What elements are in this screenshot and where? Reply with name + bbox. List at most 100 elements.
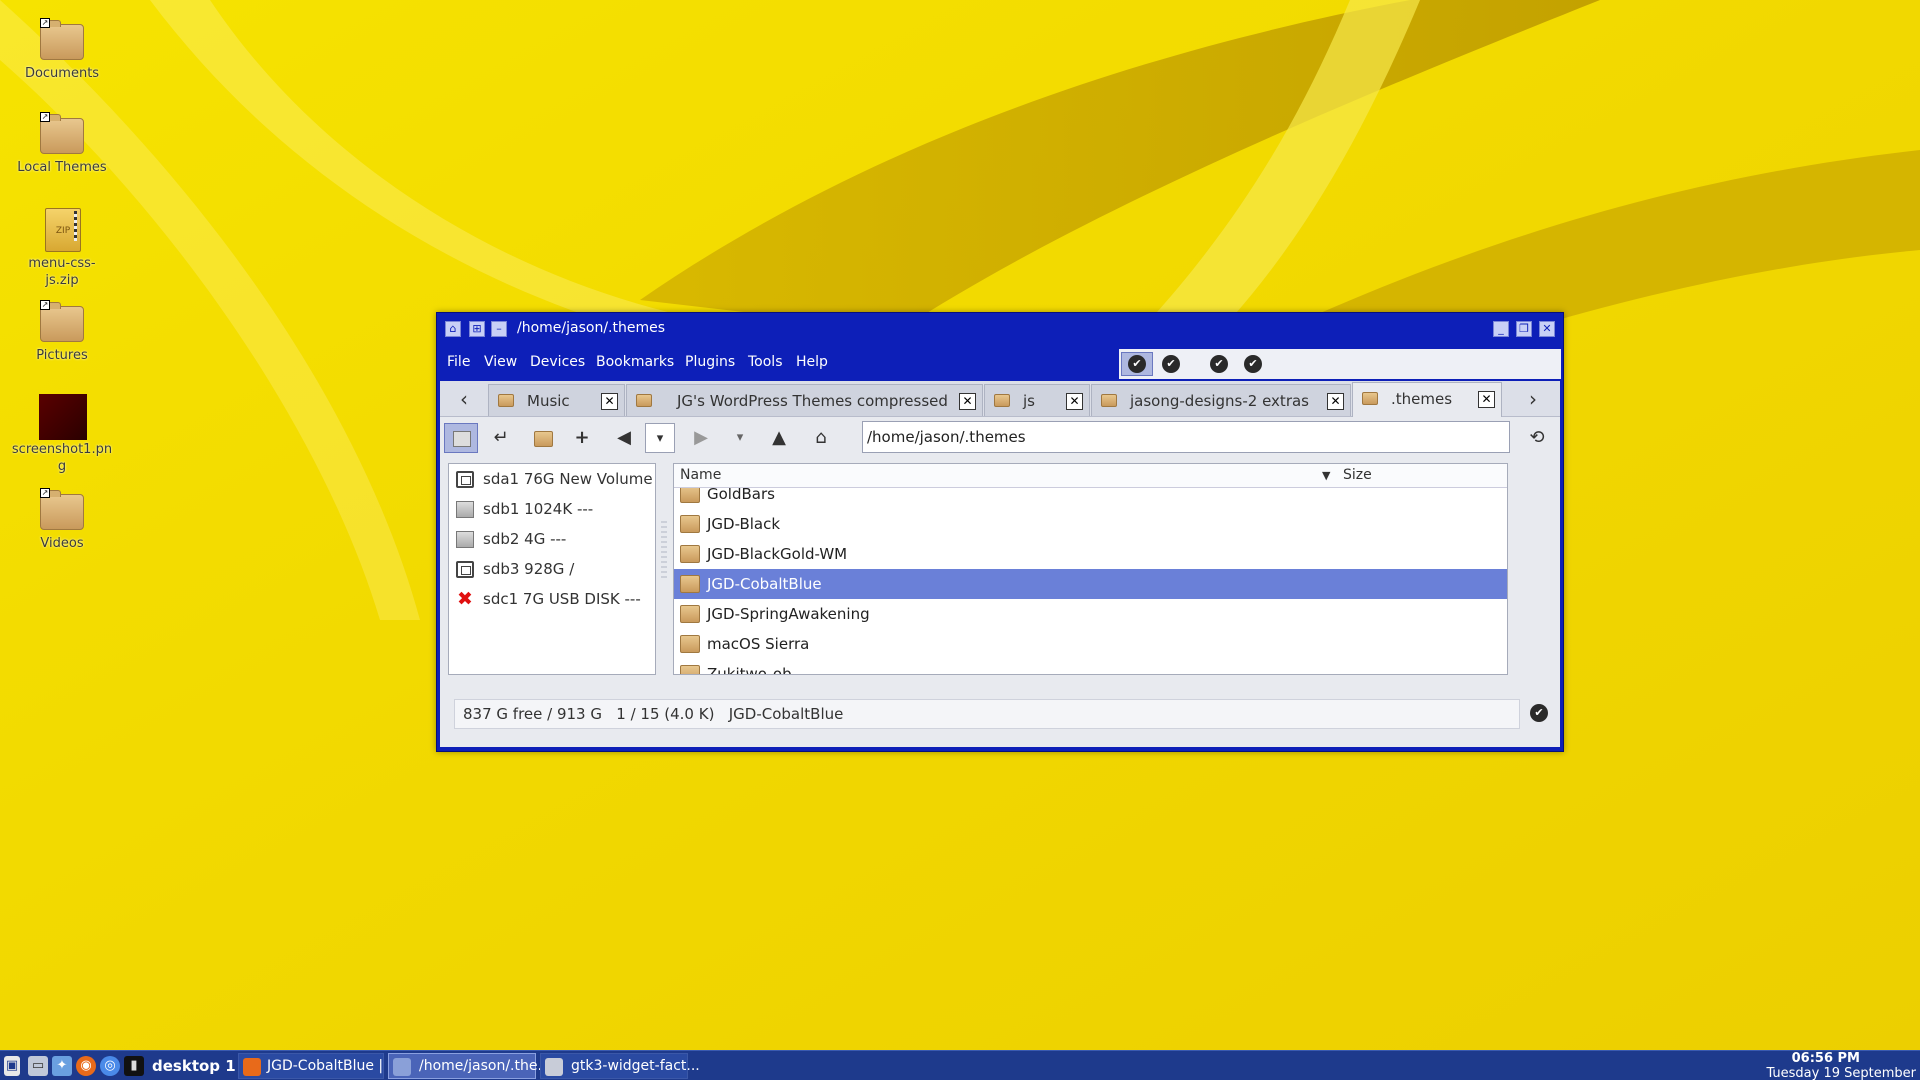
forward-button[interactable]: ▶ (684, 423, 718, 453)
pane-splitter[interactable] (661, 521, 667, 581)
file-name: JGD-Black (707, 515, 781, 533)
menu-file[interactable]: File (447, 354, 470, 370)
tab-jasong-designs[interactable]: jasong-designs-2 extras ✕ (1091, 384, 1351, 416)
folder-icon (680, 515, 700, 533)
desktop-icon-label: Pictures (36, 348, 88, 363)
desktop-icon-documents[interactable]: ↗ Documents (6, 18, 118, 82)
folder-icon (994, 394, 1010, 407)
back-history-dropdown[interactable]: ▾ (645, 423, 675, 453)
desktop-icon-videos[interactable]: ↗ Videos (6, 488, 118, 552)
device-item[interactable]: sdb2 4G --- (449, 525, 655, 555)
desktop-icon-label: screenshot1.png (11, 442, 113, 474)
close-button[interactable]: ✕ (1539, 321, 1555, 337)
taskbar-task-browser[interactable]: JGD-CobaltBlue | ... (238, 1053, 401, 1079)
home-button[interactable]: ⌂ (804, 423, 838, 453)
status-text: 837 G free / 913 G 1 / 15 (4.0 K) JGD-Co… (463, 705, 844, 723)
panel-toggle-2-icon[interactable]: ✔ (1162, 355, 1180, 373)
file-row[interactable]: JGD-BlackGold-WM (674, 539, 1507, 569)
link-icon: ↗ (40, 112, 50, 122)
tab-scroll-left-icon[interactable]: ‹ (450, 385, 478, 413)
folder-icon (1362, 392, 1378, 405)
toolbar: ↵ + ◀ ▾ ▶ ▾ ▲ ⌂ ⟲ (440, 417, 1560, 457)
file-manager-window: ⌂ ⊞ – /home/jason/.themes _ ❐ ✕ File Vie… (436, 312, 1564, 752)
folder-icon (680, 575, 700, 593)
chromium-icon[interactable]: ◎ (100, 1056, 120, 1076)
new-folder-button[interactable] (526, 423, 560, 453)
menu-help[interactable]: Help (796, 354, 828, 370)
panel-toggle-3-icon[interactable]: ✔ (1210, 355, 1228, 373)
panel-toggle-4-icon[interactable]: ✔ (1244, 355, 1262, 373)
device-item[interactable]: sdb3 928G / (449, 555, 655, 585)
forward-history-dropdown[interactable]: ▾ (723, 423, 757, 453)
folder-icon (40, 114, 84, 154)
tab-close-icon[interactable]: ✕ (1066, 393, 1083, 410)
zip-file-icon: ZIP (45, 208, 81, 252)
menu-bookmarks[interactable]: Bookmarks (596, 354, 674, 370)
desktop-icon-local-themes[interactable]: ↗ Local Themes (6, 112, 118, 176)
maximize-button[interactable]: ❐ (1516, 321, 1532, 337)
window-icon (545, 1058, 563, 1076)
title-bar[interactable]: ⌂ ⊞ – /home/jason/.themes _ ❐ ✕ (437, 313, 1563, 345)
tab-bar: ‹ Music ✕ JG's WordPress Themes compress… (440, 381, 1560, 417)
up-button[interactable]: ▲ (762, 423, 796, 453)
minimize-button[interactable]: _ (1493, 321, 1509, 337)
window-menu-icon[interactable]: ⊞ (469, 321, 485, 337)
return-button[interactable]: ↵ (484, 423, 518, 453)
menu-tools[interactable]: Tools (748, 354, 783, 370)
file-row[interactable]: JGD-SpringAwakening (674, 599, 1507, 629)
taskbar-task-file-manager[interactable]: /home/jason/.the... (388, 1053, 551, 1079)
link-icon: ↗ (40, 488, 50, 498)
shade-icon[interactable]: – (491, 321, 507, 337)
back-button[interactable]: ◀ (607, 423, 641, 453)
tab-label: jasong-designs-2 extras (1130, 392, 1309, 410)
file-row[interactable]: macOS Sierra (674, 629, 1507, 659)
status-check-icon[interactable]: ✔ (1530, 704, 1548, 722)
bird-app-icon[interactable]: ✦ (52, 1056, 72, 1076)
panel-toggle-1-icon[interactable]: ✔ (1128, 355, 1146, 373)
file-row[interactable]: Zukitwo-ob (674, 659, 1507, 674)
new-tab-button[interactable]: + (565, 423, 599, 453)
tab-close-icon[interactable]: ✕ (601, 393, 618, 410)
desktop-icon-zip[interactable]: ZIP menu-css-js.zip (6, 208, 118, 289)
desktop-icon-pictures[interactable]: ↗ Pictures (6, 300, 118, 364)
tab-scroll-right-icon[interactable]: › (1519, 385, 1547, 413)
refresh-icon[interactable]: ⟲ (1520, 423, 1554, 453)
toggle-devices-button[interactable] (444, 423, 478, 453)
file-name: JGD-SpringAwakening (707, 605, 870, 623)
file-row[interactable]: JGD-Black (674, 509, 1507, 539)
tab-label: JG's WordPress Themes compressed (677, 392, 948, 410)
window-title: /home/jason/.themes (517, 320, 666, 336)
device-item[interactable]: sdb1 1024K --- (449, 495, 655, 525)
device-label: sdb3 928G / (483, 560, 575, 578)
terminal-icon[interactable]: ▮ (124, 1056, 144, 1076)
tab-wordpress-themes[interactable]: JG's WordPress Themes compressed ✕ (626, 384, 983, 416)
tab-music[interactable]: Music ✕ (488, 384, 625, 416)
task-label: gtk3-widget-fact... (571, 1058, 700, 1074)
menu-devices[interactable]: Devices (530, 354, 585, 370)
clock-time[interactable]: 06:56 PM (1792, 1051, 1860, 1066)
device-item[interactable]: sda1 76G New Volume /mnt/backup (449, 465, 655, 495)
folder-icon (40, 302, 84, 342)
desktop-icon-screenshot[interactable]: screenshot1.png (6, 394, 118, 475)
taskbar-task-gtk3-widget-factory[interactable]: gtk3-widget-fact... (540, 1053, 700, 1079)
folder-icon (534, 431, 553, 447)
tab-js[interactable]: js ✕ (984, 384, 1090, 416)
column-name-header[interactable]: Name (680, 467, 721, 483)
app-menu-icon[interactable]: ▣ (4, 1056, 20, 1076)
path-input[interactable] (862, 421, 1510, 453)
tab-close-icon[interactable]: ✕ (1478, 391, 1495, 408)
menu-view[interactable]: View (484, 354, 517, 370)
column-size-header[interactable]: Size (1343, 467, 1372, 483)
file-row-selected[interactable]: JGD-CobaltBlue (674, 569, 1507, 599)
device-item[interactable]: ✖ sdc1 7G USB DISK --- (449, 585, 655, 615)
desktop-switcher[interactable]: desktop 1 (152, 1057, 236, 1075)
folder-icon (40, 490, 84, 530)
firefox-icon[interactable]: ◉ (76, 1056, 96, 1076)
home-icon[interactable]: ⌂ (445, 321, 461, 337)
drive-icon (456, 531, 474, 548)
menu-plugins[interactable]: Plugins (685, 354, 735, 370)
file-manager-launch-icon[interactable]: ▭ (28, 1056, 48, 1076)
tab-close-icon[interactable]: ✕ (959, 393, 976, 410)
tab-themes[interactable]: .themes ✕ (1352, 382, 1502, 417)
tab-close-icon[interactable]: ✕ (1327, 393, 1344, 410)
